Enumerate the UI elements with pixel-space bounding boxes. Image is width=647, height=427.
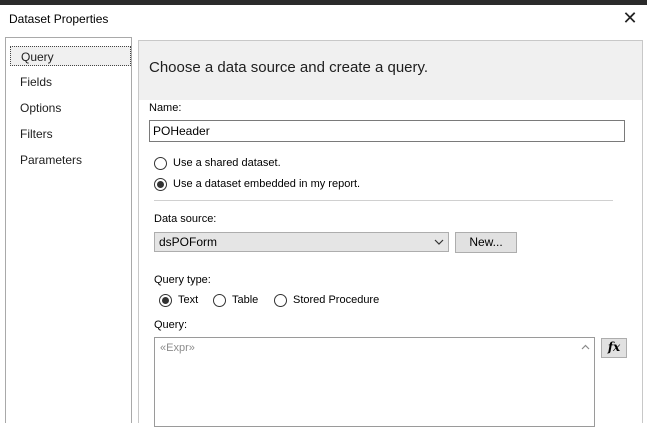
embedded-dataset-label: Use a dataset embedded in my report.	[173, 178, 361, 190]
panel-heading: Choose a data source and create a query.	[149, 59, 429, 76]
chevron-down-icon	[434, 239, 444, 245]
query-type-stored-procedure-label: Stored Procedure	[293, 294, 380, 306]
scroll-up-icon[interactable]	[581, 344, 590, 350]
data-source-label: Data source:	[154, 213, 217, 225]
sidebar-item-query[interactable]: Query	[10, 46, 131, 66]
window-title: Dataset Properties	[9, 12, 109, 26]
expression-button[interactable]: fx	[601, 338, 627, 358]
fx-icon: fx	[607, 340, 621, 354]
embedded-dataset-radio[interactable]	[154, 178, 167, 191]
query-type-table-label: Table	[232, 294, 259, 306]
query-label: Query:	[154, 319, 188, 331]
sidebar-item-fields[interactable]: Fields	[20, 72, 52, 92]
query-type-text-radio[interactable]	[159, 294, 172, 307]
panel-header: Choose a data source and create a query.	[139, 41, 642, 100]
close-icon[interactable]: ✕	[619, 7, 641, 29]
query-expression-text: «Expr»	[160, 342, 195, 354]
sidebar-nav: Query Fields Options Filters Parameters	[5, 37, 132, 423]
query-type-table-radio[interactable]	[213, 294, 226, 307]
shared-dataset-radio[interactable]	[154, 157, 167, 170]
query-panel: Choose a data source and create a query.…	[138, 40, 643, 427]
query-type-stored-procedure-radio[interactable]	[274, 294, 287, 307]
sidebar-item-options[interactable]: Options	[20, 98, 61, 118]
query-text-area[interactable]: «Expr»	[154, 337, 595, 427]
sidebar-item-parameters[interactable]: Parameters	[20, 150, 82, 170]
section-divider	[154, 200, 613, 201]
sidebar-item-filters[interactable]: Filters	[20, 124, 53, 144]
new-data-source-button[interactable]: New...	[455, 232, 517, 253]
data-source-dropdown[interactable]: dsPOForm	[154, 232, 449, 252]
shared-dataset-label: Use a shared dataset.	[173, 157, 281, 169]
name-label: Name:	[149, 102, 182, 114]
query-type-label: Query type:	[154, 274, 211, 286]
data-source-value: dsPOForm	[159, 235, 218, 249]
query-scrollbar[interactable]	[577, 338, 594, 426]
query-type-text-label: Text	[178, 294, 199, 306]
name-field[interactable]: POHeader	[149, 120, 625, 142]
title-bar: Dataset Properties ✕	[0, 5, 647, 32]
